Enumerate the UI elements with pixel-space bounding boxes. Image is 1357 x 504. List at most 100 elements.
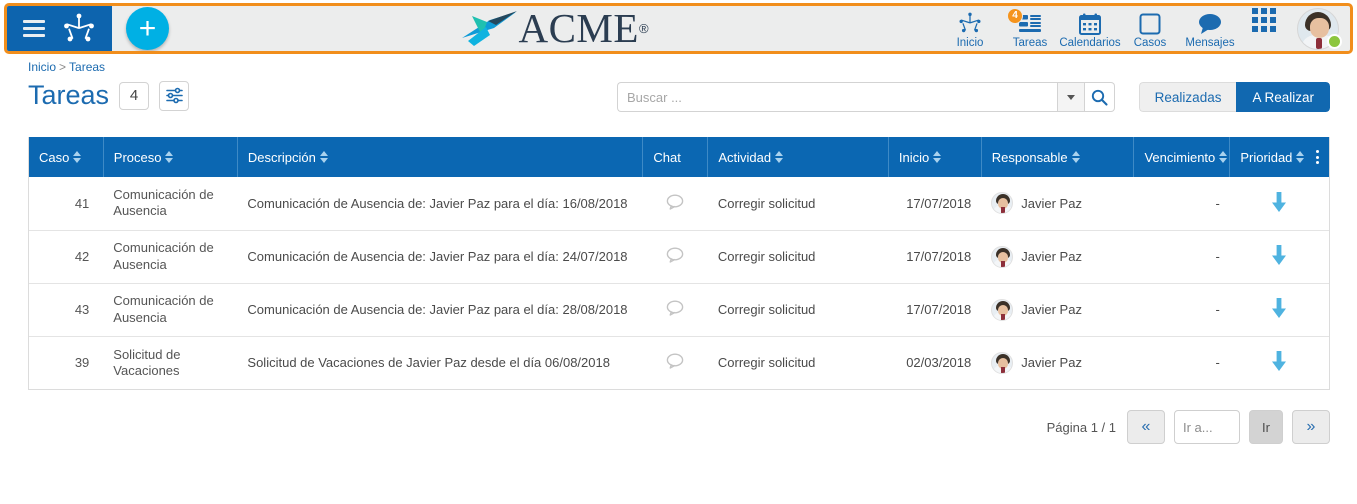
- sort-icon[interactable]: [1296, 151, 1305, 163]
- task-count-badge: 4: [119, 81, 150, 110]
- sort-icon[interactable]: [73, 151, 82, 163]
- tasks-table-container: Caso Proceso Descripción Chat Actividad …: [28, 137, 1330, 390]
- cell-actividad: Corregir solicitud: [717, 355, 816, 371]
- breadcrumb-link-tareas[interactable]: Tareas: [69, 60, 105, 74]
- calendar-icon: [1078, 11, 1102, 37]
- sort-icon[interactable]: [165, 151, 174, 163]
- column-header-vencimiento[interactable]: Vencimiento: [1133, 137, 1231, 177]
- proceso-text: Solicitud de Vacaciones: [113, 346, 181, 378]
- column-header-proceso[interactable]: Proceso: [103, 137, 238, 177]
- cell-vencimiento: -: [1133, 177, 1230, 231]
- cell-chat[interactable]: [642, 177, 708, 231]
- sort-icon[interactable]: [319, 151, 328, 163]
- nav-item-calendarios[interactable]: Calendarios: [1059, 8, 1121, 50]
- cell-responsable: Javier Paz: [981, 177, 1134, 231]
- cell-inicio: 02/03/2018: [906, 355, 972, 371]
- cell-proceso: Solicitud de Vacaciones: [103, 336, 237, 389]
- column-header-caso[interactable]: Caso: [29, 137, 104, 177]
- filter-settings-button[interactable]: [159, 80, 190, 111]
- column-header-chat[interactable]: Chat: [642, 137, 709, 177]
- status-online-indicator: [1327, 33, 1342, 49]
- column-header-inicio[interactable]: Inicio: [888, 137, 982, 177]
- proceso-text: Comunicación de Ausencia: [113, 293, 214, 325]
- nav-item-mensajes[interactable]: Mensajes: [1180, 8, 1240, 50]
- column-label: Prioridad: [1240, 149, 1293, 165]
- kebab-menu-icon[interactable]: [1316, 150, 1319, 164]
- table-row[interactable]: 42 Comunicación de Ausencia Comunicación…: [29, 230, 1329, 284]
- responsable-name: Javier Paz: [1021, 355, 1082, 371]
- chat-bubble-icon[interactable]: [666, 300, 684, 316]
- search-submit-button[interactable]: [1085, 82, 1115, 112]
- cell-chat[interactable]: [643, 336, 708, 389]
- brand-menu-box: [7, 6, 112, 51]
- hamburger-menu-icon[interactable]: [23, 20, 46, 37]
- paw-logo-icon[interactable]: [62, 13, 96, 45]
- nav-item-tareas[interactable]: 4 Tareas: [1000, 7, 1060, 50]
- column-header-actividad[interactable]: Actividad: [707, 137, 889, 177]
- table-row[interactable]: 43 Comunicación de Ausencia Comunicación…: [29, 283, 1329, 337]
- pagination-label: Página 1 / 1: [1046, 419, 1116, 435]
- cell-actividad: Corregir solicitud: [707, 283, 889, 337]
- cell-responsable: Javier Paz: [981, 230, 1134, 284]
- nav-item-casos[interactable]: Casos: [1120, 8, 1180, 50]
- page-title: Tareas: [28, 80, 110, 110]
- breadcrumb-link-inicio[interactable]: Inicio: [28, 60, 56, 74]
- chevron-down-icon: [1067, 94, 1075, 100]
- cell-caso: 42: [29, 230, 104, 284]
- search-dropdown-button[interactable]: [1057, 82, 1085, 112]
- nav-label-mensajes: Mensajes: [1185, 36, 1235, 49]
- cell-prioridad: [1229, 230, 1329, 284]
- cell-vencimiento: -: [1215, 355, 1220, 371]
- sort-icon[interactable]: [1071, 151, 1080, 163]
- column-label: Responsable: [991, 149, 1068, 165]
- arrow-down-icon: [1272, 298, 1287, 318]
- sort-icon[interactable]: [933, 151, 942, 163]
- app-grid-icon: [1252, 7, 1280, 32]
- search-bar: [617, 82, 1115, 112]
- pagination-go-button[interactable]: Ir: [1249, 410, 1283, 444]
- search-input[interactable]: [617, 82, 1057, 112]
- hummingbird-logo-icon: [462, 10, 518, 46]
- tab-a-realizar[interactable]: A Realizar: [1236, 82, 1330, 112]
- pagination-goto-input[interactable]: [1174, 410, 1240, 444]
- app-launcher-button[interactable]: [1240, 7, 1292, 32]
- cell-actividad: Corregir solicitud: [707, 230, 889, 284]
- cell-prioridad: [1229, 283, 1329, 337]
- pagination-last-button[interactable]: »: [1292, 410, 1330, 444]
- column-label: Inicio: [898, 149, 930, 165]
- pagination-first-button[interactable]: «: [1127, 410, 1165, 444]
- chat-bubble-icon[interactable]: [666, 247, 684, 263]
- cell-chat[interactable]: [642, 283, 708, 337]
- cell-chat[interactable]: [642, 230, 708, 284]
- chat-bubble-icon[interactable]: [666, 194, 684, 210]
- magnifier-icon: [1091, 89, 1108, 106]
- add-new-button[interactable]: +: [126, 7, 169, 50]
- tasks-table: Caso Proceso Descripción Chat Actividad …: [29, 137, 1329, 389]
- column-header-prioridad[interactable]: Prioridad: [1229, 137, 1329, 177]
- user-avatar-button[interactable]: [1292, 7, 1344, 50]
- breadcrumb-separator: >: [59, 60, 67, 74]
- chat-icon: [1197, 11, 1223, 37]
- cell-responsable: Javier Paz: [981, 283, 1134, 337]
- arrow-down-icon: [1272, 245, 1287, 265]
- filter-sliders-icon: [165, 87, 183, 104]
- cell-inicio: 17/07/2018: [888, 283, 982, 337]
- cell-caso: 43: [29, 283, 104, 337]
- proceso-text: Comunicación de Ausencia: [113, 187, 214, 219]
- cell-actividad: Corregir solicitud: [707, 177, 889, 231]
- proceso-text: Comunicación de Ausencia: [113, 240, 214, 272]
- paw-icon: [958, 11, 982, 37]
- sort-icon[interactable]: [775, 151, 784, 163]
- column-header-descripcion[interactable]: Descripción: [237, 137, 644, 177]
- page-title-row: Tareas 4: [28, 80, 190, 111]
- chat-bubble-icon[interactable]: [666, 353, 684, 369]
- table-row[interactable]: 41 Comunicación de Ausencia Comunicación…: [29, 177, 1329, 231]
- sort-icon[interactable]: [1219, 151, 1228, 163]
- tareas-badge-count: 4: [1007, 7, 1023, 24]
- tab-realizadas[interactable]: Realizadas: [1138, 82, 1237, 112]
- nav-icon-group: Inicio 4 Tareas Calendarios Casos Mensaj…: [940, 7, 1350, 50]
- cell-caso: 41: [29, 177, 104, 231]
- nav-item-inicio[interactable]: Inicio: [940, 8, 1000, 50]
- table-row[interactable]: 39 Solicitud de Vacaciones Solicitud de …: [29, 336, 1329, 389]
- column-header-responsable[interactable]: Responsable: [981, 137, 1135, 177]
